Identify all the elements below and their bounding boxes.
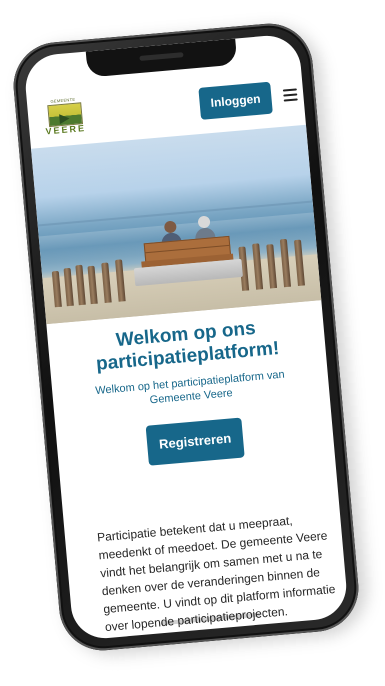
phone-frame: GEMEENTE VEERE Inloggen Welkom op ons pa… bbox=[9, 20, 363, 654]
mockup-stage: GEMEENTE VEERE Inloggen Welkom op ons pa… bbox=[0, 0, 385, 686]
welcome-title: Welkom op ons participatieplatform! bbox=[95, 317, 281, 375]
welcome-section: Welkom op ons participatieplatform! Welk… bbox=[47, 312, 334, 474]
hamburger-icon[interactable] bbox=[282, 88, 300, 102]
gemeente-veere-logo[interactable]: GEMEENTE VEERE bbox=[43, 96, 87, 137]
phone-screen: GEMEENTE VEERE Inloggen Welkom op ons pa… bbox=[22, 33, 350, 641]
logo-name: VEERE bbox=[45, 122, 87, 137]
register-button[interactable]: Registreren bbox=[145, 417, 245, 466]
hero-image bbox=[31, 124, 322, 325]
login-button[interactable]: Inloggen bbox=[198, 81, 273, 120]
phone-notch bbox=[85, 38, 238, 78]
speaker-grille bbox=[139, 52, 184, 61]
logo-flag-icon bbox=[59, 113, 70, 125]
